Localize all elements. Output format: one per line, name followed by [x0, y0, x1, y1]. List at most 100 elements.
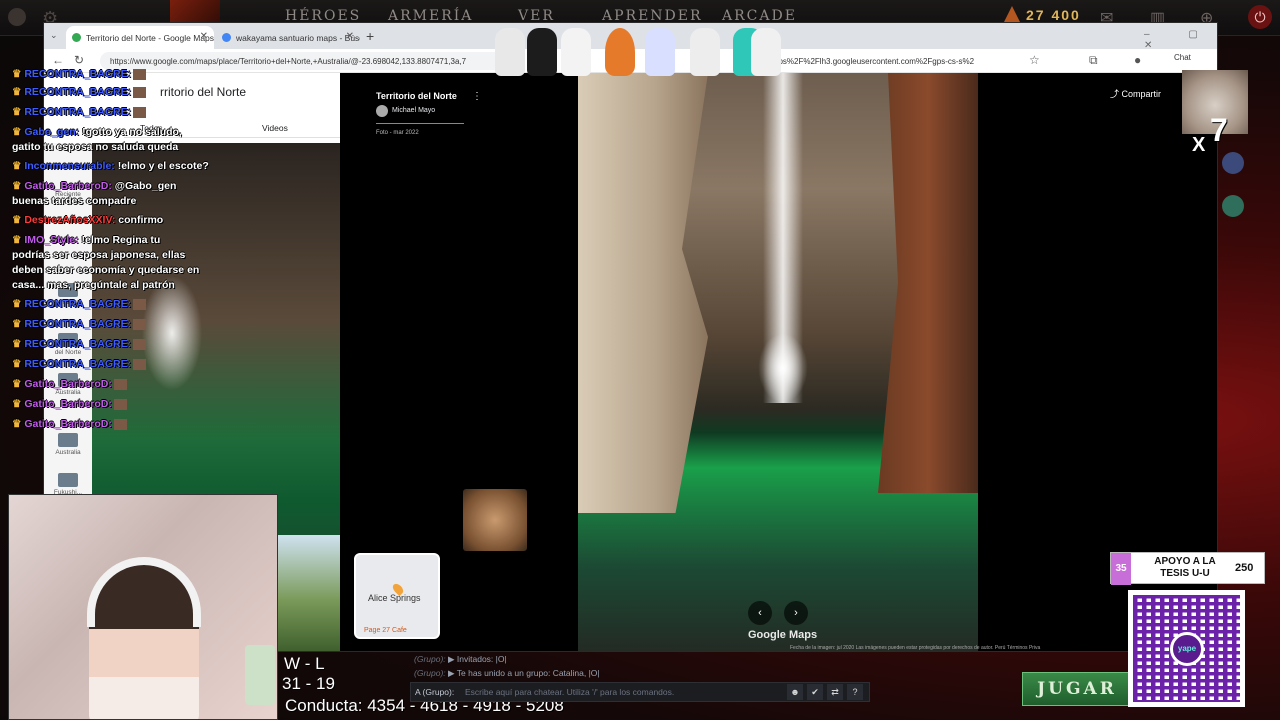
- goal-progress: 35: [1111, 553, 1131, 585]
- check-icon[interactable]: ✔: [807, 684, 823, 700]
- author-avatar[interactable]: [376, 105, 388, 117]
- next-photo-button[interactable]: ›: [784, 601, 808, 625]
- more-options-icon[interactable]: ⋮: [472, 91, 482, 102]
- chat-username[interactable]: Gatito_BarberoD:: [24, 180, 112, 192]
- chat-badge-icon: ♛: [12, 214, 25, 226]
- chat-message: deben saber economía y quedarse en: [12, 264, 199, 276]
- tab-search[interactable]: wakayama santuario maps - Búsqu ✕: [216, 26, 360, 49]
- viewer-author[interactable]: Michael Mayo: [392, 107, 435, 114]
- chat-username[interactable]: RECONTRA_BAGRE:: [24, 298, 131, 310]
- wl-title: W - L: [284, 654, 325, 673]
- power-icon[interactable]: ⏻: [1248, 5, 1272, 29]
- window-controls[interactable]: – ▢ ✕: [1144, 29, 1217, 51]
- chat-message: ♛ Gatito_BarberoD:: [12, 418, 127, 430]
- chat-text: @Gabo_gen: [111, 180, 177, 192]
- chat-badge-icon: ♛: [12, 160, 25, 172]
- main-waterfall-photo[interactable]: [578, 73, 978, 651]
- chat-message: ♛ Gatito_BarberoD: @Gabo_gen: [12, 180, 176, 192]
- chat-text: casa... mas, pregúntale al patrón: [12, 279, 175, 291]
- party-member-avatar[interactable]: [1222, 152, 1244, 174]
- viewer-title: Territorio del Norte: [376, 91, 457, 101]
- chat-username[interactable]: RECONTRA_BAGRE:: [24, 318, 131, 330]
- pet-sprite: [495, 28, 525, 76]
- previous-photo-button[interactable]: ‹: [748, 601, 772, 625]
- translate-icon[interactable]: ⇄: [827, 684, 843, 700]
- chat-username[interactable]: DestrezAñosXXIV:: [24, 214, 115, 226]
- chat-message: ♛ Gabo_gen: !gotto ya no saludo,: [12, 126, 182, 138]
- party-chat-input[interactable]: A (Grupo): Escribe aquí para chatear. Ut…: [410, 682, 870, 702]
- chat-message: ♛ RECONTRA_BAGRE:: [12, 318, 147, 330]
- emote-icon: [113, 418, 127, 430]
- yape-logo: yape: [1170, 632, 1204, 666]
- rail-label: Australia: [55, 449, 81, 456]
- seven-mark: 7: [1210, 112, 1228, 148]
- star-icon[interactable]: ☆: [1029, 53, 1040, 67]
- party-chat-line: (Grupo): ▶ Invitados: |O|: [414, 654, 507, 665]
- emote-icon: [133, 358, 147, 370]
- share-label: Compartir: [1121, 89, 1162, 99]
- help-icon[interactable]: ?: [847, 684, 863, 700]
- emote-icon: [133, 338, 147, 350]
- chat-badge-icon: ♛: [12, 180, 25, 192]
- chat-username[interactable]: RECONTRA_BAGRE:: [24, 86, 131, 98]
- chat-text: !gotto ya no saludo,: [79, 126, 182, 138]
- chat-text: buenas tardes compadre: [12, 195, 137, 207]
- minimap-label: Alice Springs: [368, 593, 421, 603]
- chat-username[interactable]: RECONTRA_BAGRE:: [24, 358, 131, 370]
- chat-message: ♛ IMO_Style: !elmo Regina tu: [12, 234, 160, 246]
- minimap[interactable]: Alice Springs Page 27 Cafe: [354, 553, 440, 639]
- chat-message: casa... mas, pregúntale al patrón: [12, 279, 175, 291]
- game-party-chat: (Grupo): ▶ Invitados: |O| (Grupo): ▶ Te …: [410, 652, 870, 704]
- chat-username[interactable]: Gatito_BarberoD:: [24, 398, 112, 410]
- chat-message: ♛ RECONTRA_BAGRE:: [12, 86, 147, 98]
- chat-username[interactable]: RECONTRA_BAGRE:: [24, 338, 131, 350]
- tab-google-maps[interactable]: Territorio del Norte - Google Maps ✕: [66, 26, 214, 49]
- chat-message: ♛ DestrezAñosXXIV: confirmo: [12, 214, 163, 226]
- chat-badge-icon: ♛: [12, 378, 25, 390]
- extensions-icon[interactable]: ⧉: [1089, 53, 1098, 68]
- chat-message: ♛ RECONTRA_BAGRE:: [12, 358, 147, 370]
- chat-username[interactable]: Inconmensurable:: [24, 160, 114, 172]
- profile-icon[interactable]: ●: [1134, 53, 1141, 67]
- chat-badge-icon: ♛: [12, 418, 25, 430]
- panel-tree-photo[interactable]: [276, 535, 340, 651]
- close-icon[interactable]: ✕: [346, 31, 354, 42]
- new-tab-plus-icon[interactable]: +: [366, 28, 374, 44]
- emote-icon: [113, 398, 127, 410]
- chat-message: ♛ RECONTRA_BAGRE:: [12, 298, 147, 310]
- close-icon[interactable]: ✕: [200, 31, 208, 42]
- tab-search-icon[interactable]: ⌄: [50, 30, 58, 41]
- chat-text: gatito tu esposa no saluda queda: [12, 141, 179, 153]
- rail-thumbnail[interactable]: [58, 473, 78, 487]
- emote-icon: [133, 318, 147, 330]
- chat-username[interactable]: Gatito_BarberoD:: [24, 378, 112, 390]
- chat-username[interactable]: IMO_Style:: [24, 234, 78, 246]
- address-bar-tail: ttps%2F%2Flh3.googleusercontent.com%2Fgp…: [774, 57, 974, 66]
- chat-message: ♛ RECONTRA_BAGRE:: [12, 338, 147, 350]
- goal-label: APOYO A LA TESIS U-U: [1154, 556, 1216, 579]
- headset: [87, 557, 201, 627]
- copilot-chat-button[interactable]: Chat: [1174, 53, 1191, 62]
- pet-sprite: [645, 28, 675, 76]
- play-button[interactable]: JUGAR: [1022, 672, 1132, 706]
- chat-username[interactable]: RECONTRA_BAGRE:: [24, 68, 131, 80]
- photo-viewer: Territorio del Norte Michael Mayo ⋮ Foto…: [340, 73, 1217, 651]
- viewer-divider: [376, 123, 464, 124]
- party-member-avatar[interactable]: [1222, 195, 1244, 217]
- chat-badge-icon: ♛: [12, 318, 25, 330]
- chat-badge-icon: ♛: [12, 358, 25, 370]
- pet-sprite: [561, 28, 591, 76]
- chat-username[interactable]: Gatito_BarberoD:: [24, 418, 112, 430]
- right-cliff-rock: [878, 73, 978, 493]
- tab-label: Territorio del Norte - Google Maps: [86, 33, 214, 43]
- stream-pets-strip: [495, 28, 781, 80]
- emoji-icon[interactable]: ☻: [787, 684, 803, 700]
- dota-logo-icon[interactable]: [8, 8, 26, 26]
- goal-target: 250: [1235, 562, 1254, 574]
- maps-favicon-icon: [72, 33, 81, 42]
- share-button[interactable]: ⤴ Compartir: [1110, 87, 1161, 100]
- chat-message: ♛ RECONTRA_BAGRE:: [12, 68, 147, 80]
- chat-username[interactable]: RECONTRA_BAGRE:: [24, 106, 131, 118]
- chat-channel-tag: (Grupo):: [414, 668, 446, 678]
- chat-username[interactable]: Gabo_gen:: [24, 126, 79, 138]
